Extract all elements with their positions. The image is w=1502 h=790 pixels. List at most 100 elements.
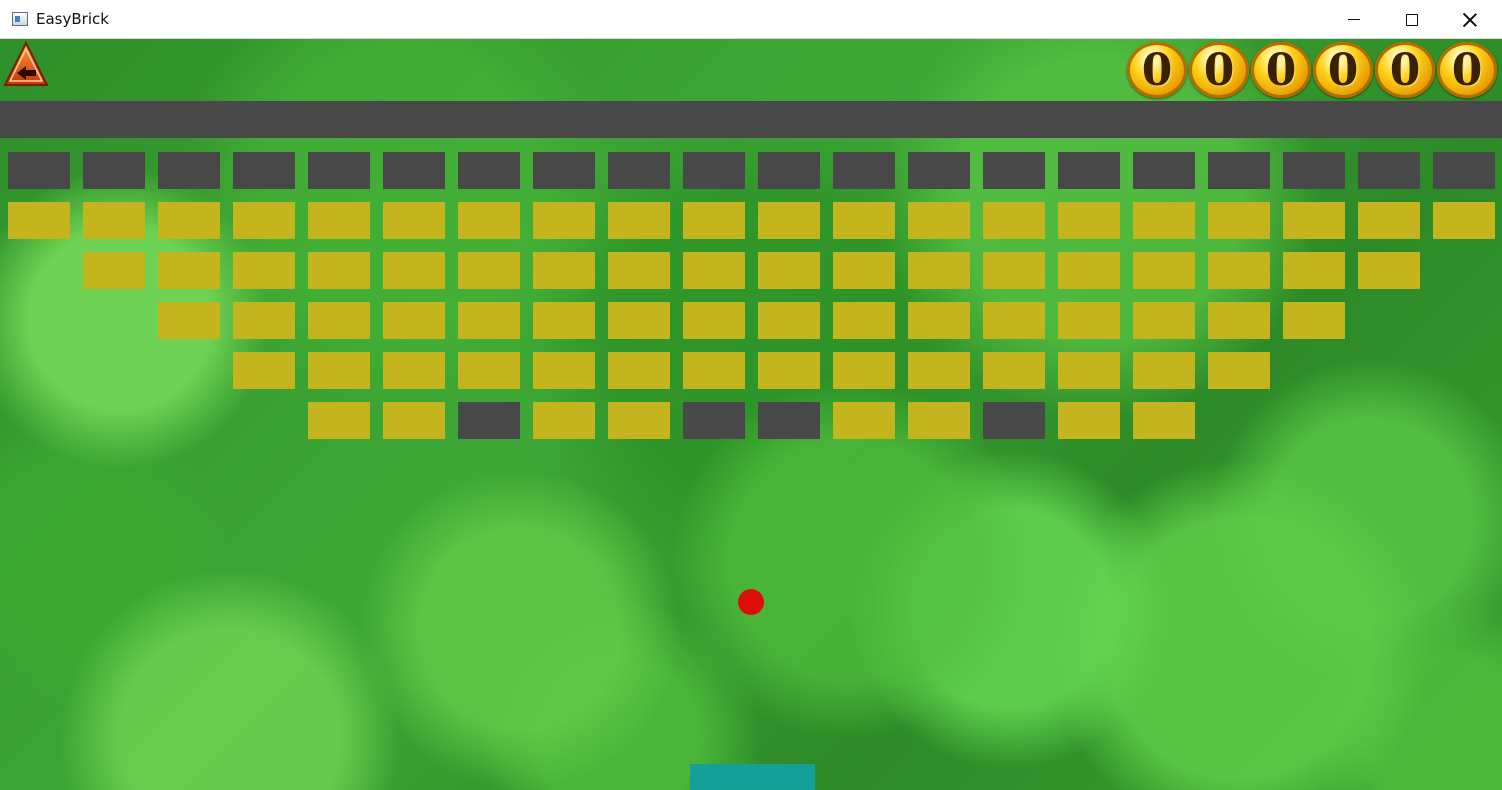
- brick-yellow: [1208, 202, 1270, 239]
- brick-yellow: [158, 252, 220, 289]
- brick-yellow: [1283, 252, 1345, 289]
- brick-yellow: [308, 302, 370, 339]
- brick-yellow: [833, 202, 895, 239]
- brick-gray: [683, 152, 745, 189]
- brick-yellow: [683, 352, 745, 389]
- brick-yellow: [383, 252, 445, 289]
- brick-yellow: [233, 202, 295, 239]
- brick-yellow: [83, 252, 145, 289]
- brick-yellow: [1208, 352, 1270, 389]
- brick-yellow: [608, 202, 670, 239]
- brick-gray: [983, 152, 1045, 189]
- brick-yellow: [608, 252, 670, 289]
- ball: [738, 589, 764, 615]
- brick-yellow: [533, 352, 595, 389]
- brick-gray: [1358, 152, 1420, 189]
- brick-yellow: [908, 202, 970, 239]
- maximize-button[interactable]: [1383, 0, 1441, 39]
- brick-yellow: [1058, 402, 1120, 439]
- brick-gray: [608, 152, 670, 189]
- brick-gray: [458, 152, 520, 189]
- brick-gray: [983, 402, 1045, 439]
- brick-yellow: [308, 352, 370, 389]
- brick-yellow: [458, 202, 520, 239]
- brick-gray: [233, 152, 295, 189]
- window-titlebar: EasyBrick: [0, 0, 1502, 39]
- minimize-button[interactable]: [1325, 0, 1383, 39]
- brick-gray: [683, 402, 745, 439]
- minimize-icon: [1348, 19, 1360, 20]
- brick-yellow: [308, 202, 370, 239]
- brick-yellow: [758, 302, 820, 339]
- brick-yellow: [983, 302, 1045, 339]
- brick-yellow: [758, 352, 820, 389]
- brick-yellow: [533, 402, 595, 439]
- brick-yellow: [158, 302, 220, 339]
- brick-yellow: [233, 302, 295, 339]
- brick-yellow: [383, 402, 445, 439]
- brick-yellow: [308, 402, 370, 439]
- brick-yellow: [1058, 252, 1120, 289]
- maximize-icon: [1406, 13, 1418, 26]
- brick-yellow: [533, 302, 595, 339]
- brick-yellow: [758, 202, 820, 239]
- brick-yellow: [908, 352, 970, 389]
- brick-gray: [308, 152, 370, 189]
- brick-gray: [1133, 152, 1195, 189]
- app-icon: [12, 12, 28, 26]
- brick-yellow: [1133, 202, 1195, 239]
- brick-yellow: [308, 252, 370, 289]
- brick-yellow: [1133, 402, 1195, 439]
- brick-yellow: [983, 352, 1045, 389]
- brick-gray: [383, 152, 445, 189]
- brick-yellow: [233, 252, 295, 289]
- brick-yellow: [983, 202, 1045, 239]
- brick-yellow: [1283, 302, 1345, 339]
- brick-yellow: [608, 302, 670, 339]
- brick-gray: [908, 152, 970, 189]
- brick-gray: [158, 152, 220, 189]
- close-icon: [1463, 13, 1477, 27]
- brick-yellow: [1283, 202, 1345, 239]
- brick-yellow: [683, 302, 745, 339]
- brick-yellow: [158, 202, 220, 239]
- brick-gray: [83, 152, 145, 189]
- brick-yellow: [908, 402, 970, 439]
- brick-gray: [758, 152, 820, 189]
- brick-yellow: [683, 202, 745, 239]
- brick-yellow: [383, 202, 445, 239]
- brick-yellow: [1133, 252, 1195, 289]
- close-button[interactable]: [1441, 0, 1499, 39]
- brick-yellow: [758, 252, 820, 289]
- brick-yellow: [1358, 252, 1420, 289]
- brick-gray: [1433, 152, 1495, 189]
- brick-gray: [8, 152, 70, 189]
- brick-yellow: [1133, 352, 1195, 389]
- paddle[interactable]: [690, 764, 815, 790]
- brick-gray: [1283, 152, 1345, 189]
- brick-yellow: [608, 352, 670, 389]
- brick-yellow: [833, 352, 895, 389]
- brick-yellow: [833, 402, 895, 439]
- brick-gray: [533, 152, 595, 189]
- brick-field: [0, 39, 1502, 790]
- brick-gray: [458, 402, 520, 439]
- brick-yellow: [608, 402, 670, 439]
- brick-yellow: [458, 352, 520, 389]
- brick-yellow: [1058, 302, 1120, 339]
- brick-gray: [1208, 152, 1270, 189]
- brick-yellow: [1058, 202, 1120, 239]
- brick-yellow: [383, 352, 445, 389]
- brick-yellow: [1358, 202, 1420, 239]
- brick-yellow: [1433, 202, 1495, 239]
- brick-gray: [1058, 152, 1120, 189]
- brick-yellow: [683, 252, 745, 289]
- brick-yellow: [1058, 352, 1120, 389]
- brick-yellow: [383, 302, 445, 339]
- game-canvas[interactable]: 0 0 0 0 0 0: [0, 39, 1502, 790]
- brick-yellow: [1208, 252, 1270, 289]
- brick-yellow: [8, 202, 70, 239]
- brick-yellow: [233, 352, 295, 389]
- window-title: EasyBrick: [36, 10, 109, 28]
- brick-yellow: [533, 202, 595, 239]
